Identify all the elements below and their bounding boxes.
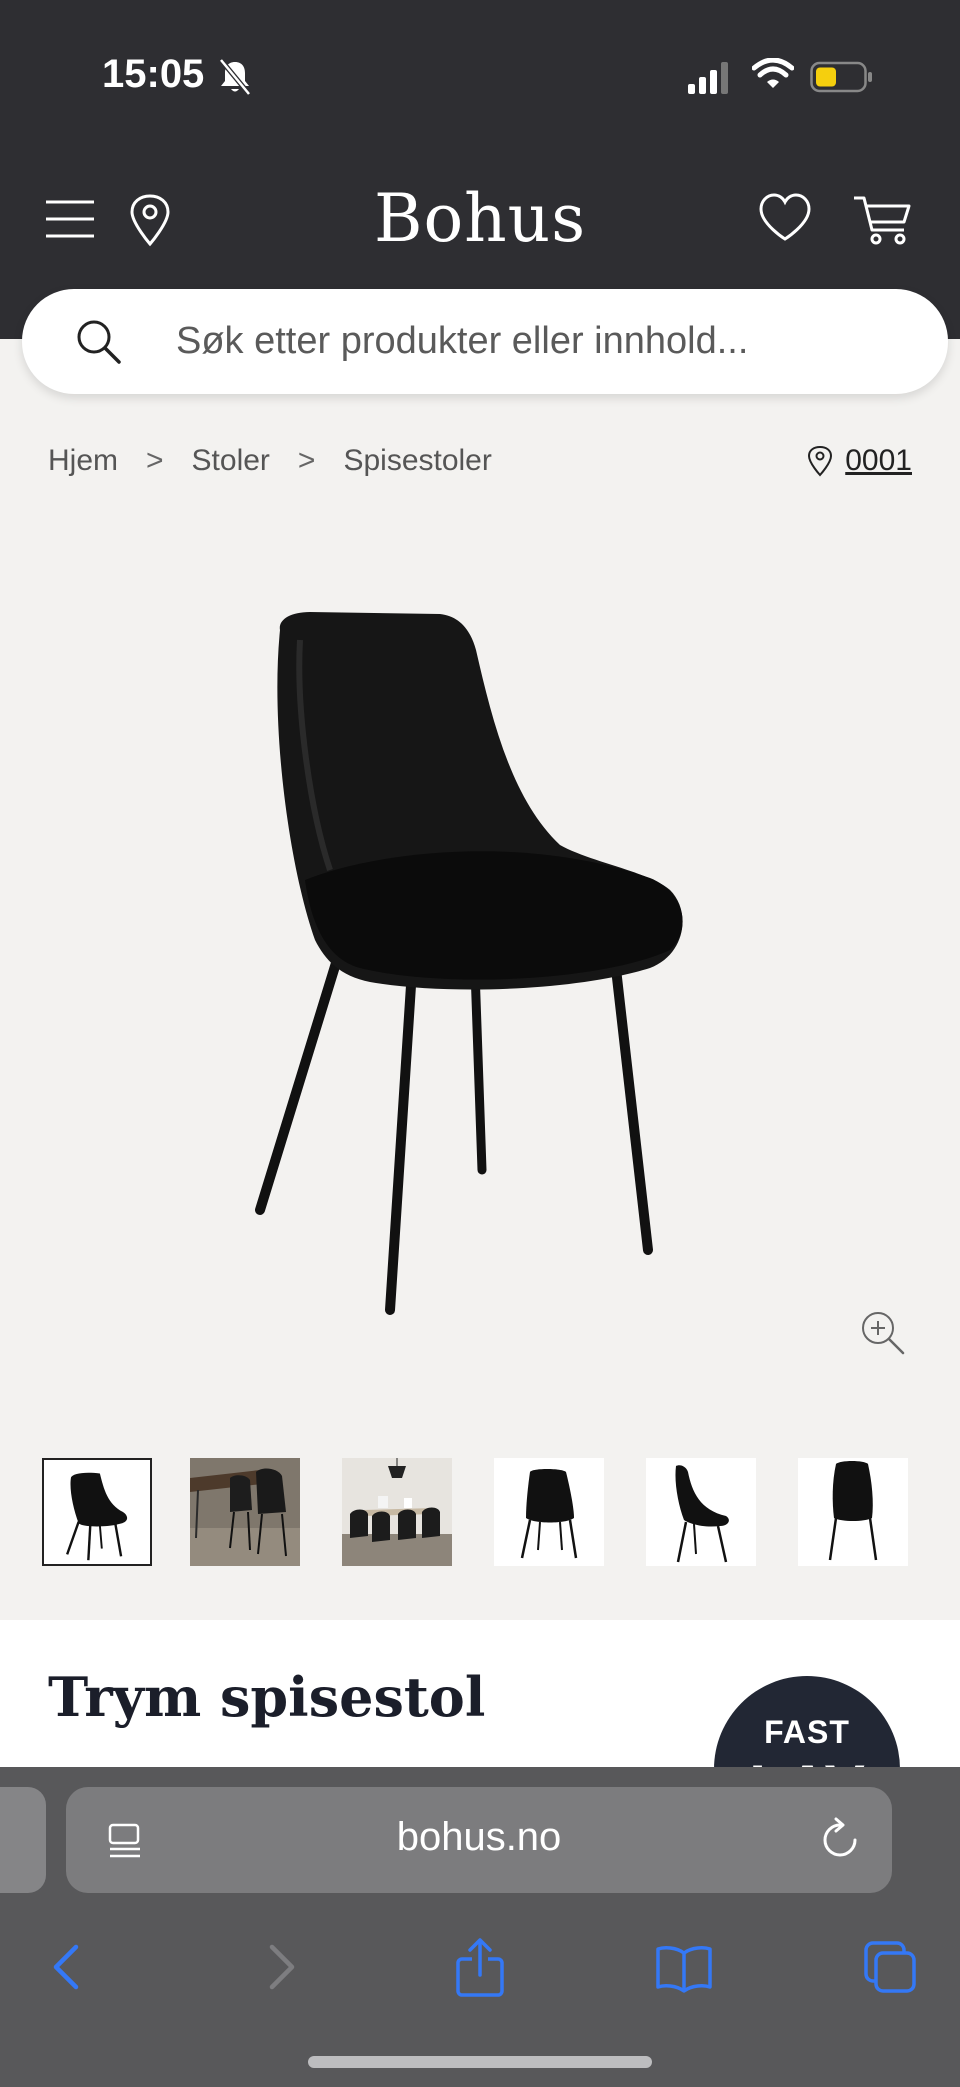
search-bar[interactable] bbox=[22, 289, 948, 394]
breadcrumb-home[interactable]: Hjem bbox=[48, 444, 118, 478]
url-text: bohus.no bbox=[396, 1815, 562, 1859]
tabs-icon[interactable] bbox=[860, 1937, 920, 1997]
search-input[interactable] bbox=[176, 311, 896, 371]
signal-icon bbox=[688, 62, 728, 94]
zoom-in-icon[interactable] bbox=[860, 1310, 906, 1356]
previous-tab[interactable] bbox=[0, 1787, 46, 1893]
bell-off-icon bbox=[219, 58, 251, 96]
address-bar[interactable]: bohus.no bbox=[66, 1787, 892, 1893]
battery-icon bbox=[810, 61, 872, 93]
back-icon[interactable] bbox=[40, 1937, 100, 1997]
product-title: Trym spisestol bbox=[48, 1665, 486, 1729]
thumbnail-2[interactable] bbox=[190, 1458, 300, 1566]
bookmarks-icon[interactable] bbox=[654, 1937, 714, 1997]
store-selector[interactable]: 0001 bbox=[807, 444, 912, 478]
thumbnail-4[interactable] bbox=[494, 1458, 604, 1566]
thumbnail-3[interactable] bbox=[342, 1458, 452, 1566]
thumbnail-strip bbox=[42, 1456, 922, 1572]
browser-toolbar: bohus.no bbox=[0, 1767, 960, 2087]
brand-logo[interactable]: Bohus bbox=[0, 180, 960, 257]
breadcrumb-stoler[interactable]: Stoler bbox=[192, 444, 270, 478]
chevron-right-icon: > bbox=[146, 444, 164, 477]
badge-line-1: FAST bbox=[764, 1714, 850, 1750]
share-icon[interactable] bbox=[450, 1937, 510, 1997]
wifi-icon bbox=[752, 58, 794, 88]
heart-icon[interactable] bbox=[758, 192, 812, 244]
browser-nav-row bbox=[0, 1917, 960, 2007]
breadcrumb-spisestoler[interactable]: Spisestoler bbox=[343, 444, 491, 478]
thumbnail-1[interactable] bbox=[42, 1458, 152, 1566]
reload-icon[interactable] bbox=[818, 1817, 862, 1863]
chevron-right-icon: > bbox=[297, 444, 316, 477]
breadcrumb: Hjem > Stoler > Spisestoler bbox=[48, 444, 492, 478]
cart-icon[interactable] bbox=[852, 192, 912, 246]
thumbnail-6[interactable] bbox=[798, 1458, 908, 1566]
location-pin-icon bbox=[808, 445, 833, 477]
status-time: 15:05 bbox=[102, 52, 205, 96]
store-link[interactable]: 0001 bbox=[845, 444, 912, 478]
product-image[interactable] bbox=[230, 610, 730, 1330]
search-icon[interactable] bbox=[74, 317, 122, 365]
home-indicator bbox=[308, 2056, 652, 2068]
forward-icon[interactable] bbox=[248, 1937, 308, 1997]
thumbnail-5[interactable] bbox=[646, 1458, 756, 1566]
